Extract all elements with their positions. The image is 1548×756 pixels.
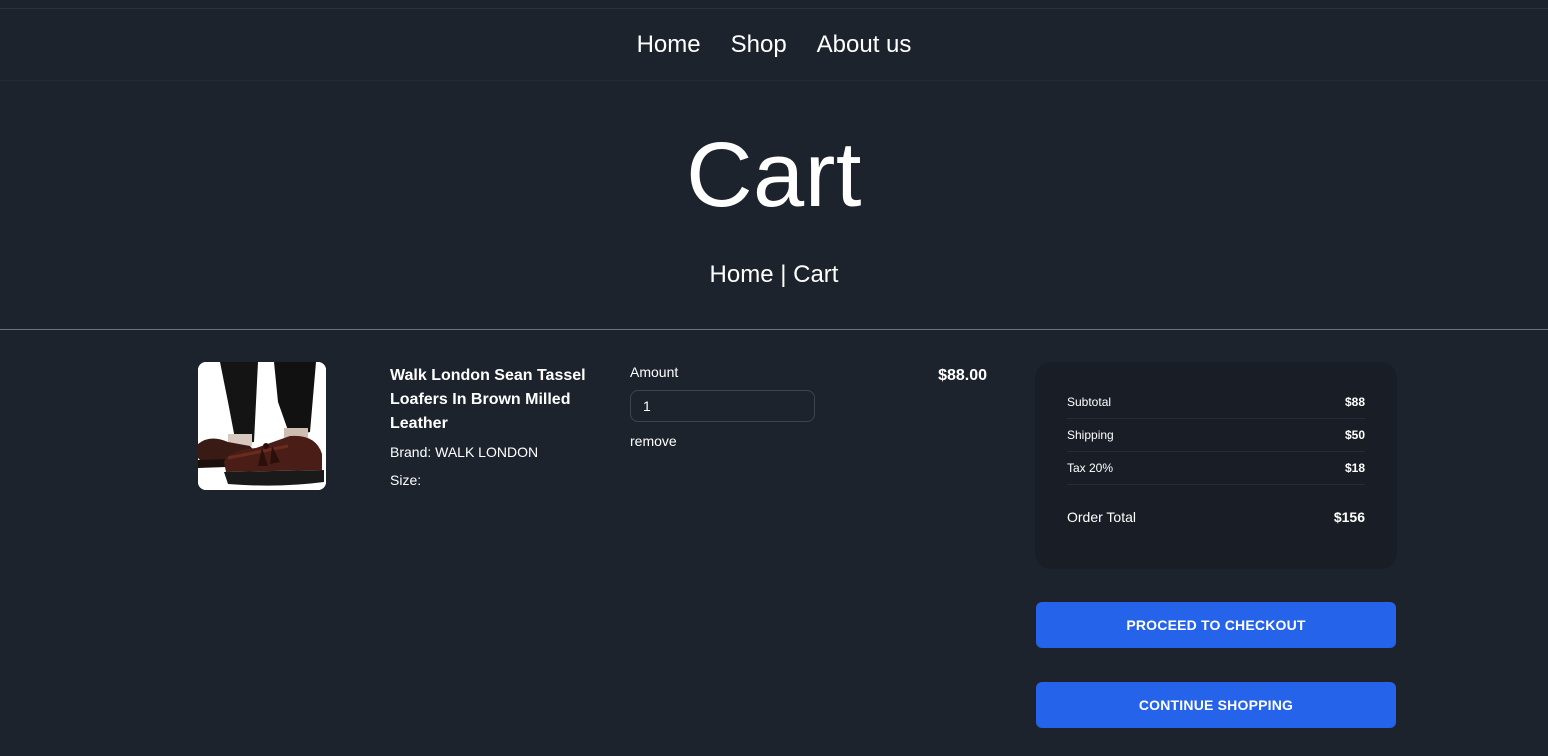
product-size: Size:	[390, 472, 422, 488]
shipping-value: $50	[1344, 428, 1365, 442]
breadcrumb-current: Cart	[793, 261, 839, 288]
item-price: $88.00	[938, 367, 987, 384]
amount-label: Amount	[630, 364, 679, 380]
subtotal-label: Subtotal	[1067, 395, 1112, 409]
product-brand: Brand: WALK LONDON	[390, 444, 539, 460]
nav-home-link[interactable]: Home	[637, 31, 701, 59]
nav-shop-link[interactable]: Shop	[731, 31, 787, 59]
remove-link[interactable]: remove	[630, 432, 677, 450]
subtotal-row: Subtotal $88	[1067, 386, 1365, 419]
navbar: Home Shop About us	[0, 9, 1548, 81]
breadcrumb-home-link[interactable]: Home	[710, 261, 774, 288]
continue-shopping-button[interactable]: CONTINUE SHOPPING	[1036, 682, 1396, 728]
tax-label: Tax 20%	[1067, 461, 1114, 475]
nav-about-link[interactable]: About us	[817, 31, 912, 59]
shipping-label: Shipping	[1067, 428, 1114, 442]
section-divider	[0, 329, 1548, 330]
tax-row: Tax 20% $18	[1067, 452, 1365, 485]
breadcrumb-separator: |	[773, 261, 794, 288]
amount-input[interactable]	[630, 390, 815, 422]
order-total-label: Order Total	[1067, 509, 1136, 525]
order-total-value: $156	[1333, 509, 1365, 525]
order-total-row: Order Total $156	[1067, 509, 1365, 525]
nav-links: Home Shop About us	[0, 31, 1548, 59]
breadcrumb: Home | Cart	[0, 260, 1548, 290]
subtotal-value: $88	[1344, 395, 1365, 409]
tax-value: $18	[1344, 461, 1365, 475]
proceed-to-checkout-button[interactable]: PROCEED TO CHECKOUT	[1036, 602, 1396, 648]
product-name[interactable]: Walk London Sean Tassel Loafers In Brown…	[390, 364, 590, 436]
product-image[interactable]	[198, 362, 326, 490]
page-title: Cart	[686, 124, 862, 226]
loafer-shoe-image	[198, 362, 326, 490]
shipping-row: Shipping $50	[1067, 419, 1365, 452]
order-summary: Subtotal $88 Shipping $50 Tax 20% $18 Or…	[1035, 362, 1397, 569]
